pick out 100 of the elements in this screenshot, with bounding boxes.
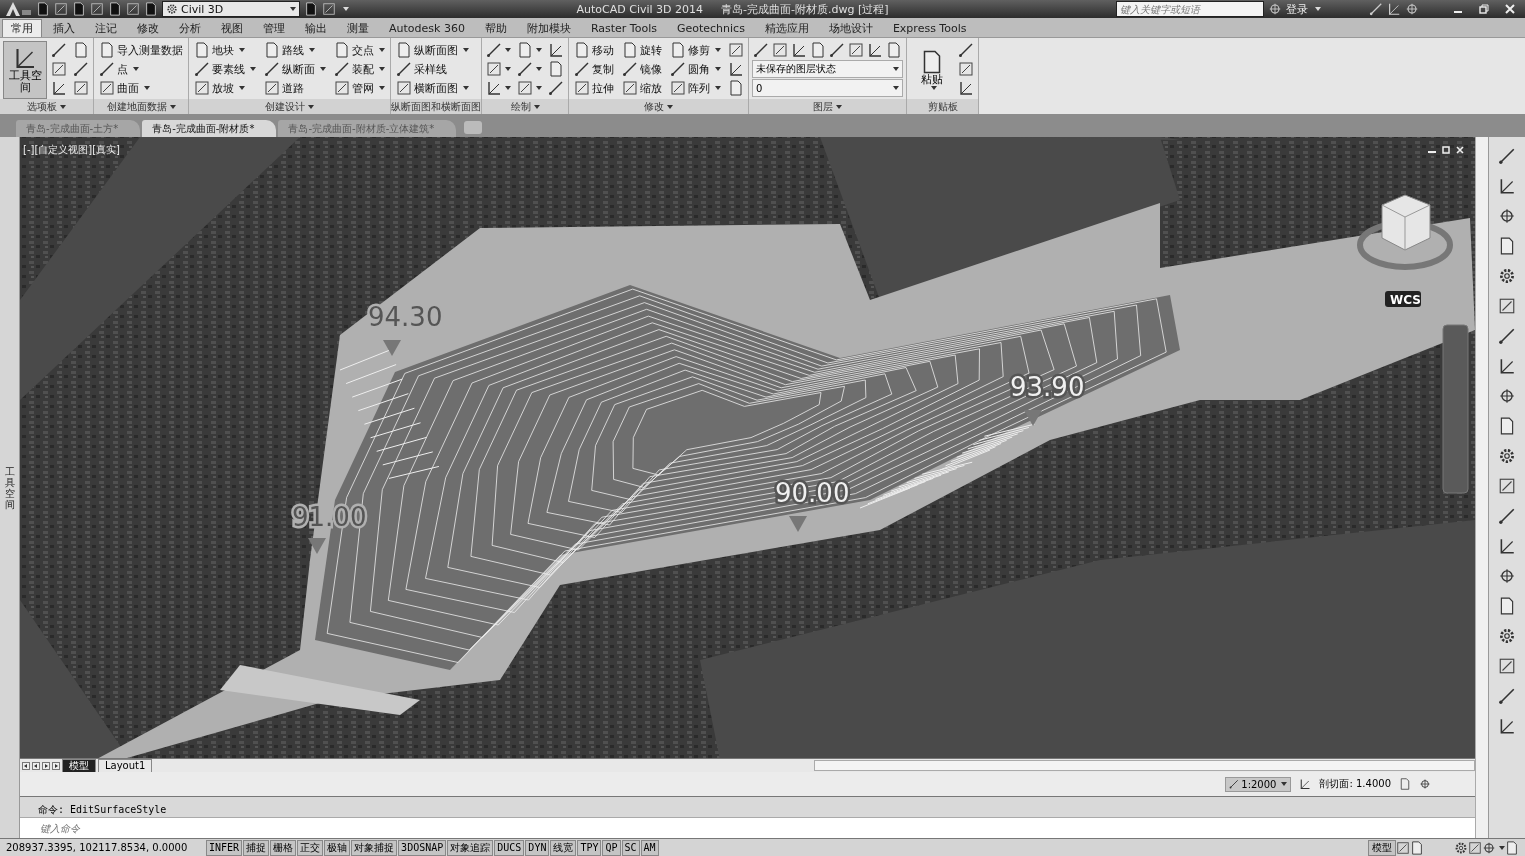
ribbon-button[interactable]: 导入测量数据 [97,41,185,59]
layout-tab[interactable]: 模型 [62,758,96,773]
status-toggle[interactable]: INFER [206,839,243,856]
icon-button[interactable] [771,41,789,59]
status-toggle[interactable]: DYN [525,839,550,856]
ribbon-button[interactable]: 拉伸 [572,79,616,97]
status-toggle[interactable]: TPY [577,839,602,856]
viewcube-drawing[interactable] [1357,194,1453,270]
caret-icon[interactable] [309,48,315,52]
ribbon-button[interactable]: 要素线 [192,60,258,78]
caret-icon[interactable] [308,104,314,109]
icon-button[interactable] [50,60,68,78]
ribbon-tab[interactable]: 分析 [170,19,210,37]
status-toggle[interactable]: 捕捉 [243,839,270,856]
ribbon-tab[interactable]: Raster Tools [581,19,666,37]
restore-icon[interactable] [1479,4,1489,14]
caret-icon[interactable] [250,67,256,71]
icon-button[interactable] [72,79,90,97]
icon-button[interactable] [50,79,68,97]
icon-button[interactable] [828,41,846,59]
status-toggle[interactable]: QP [602,839,621,856]
palette-title[interactable]: 工具空间 [4,465,15,510]
ribbon-large-button[interactable]: 粘贴 [910,41,954,99]
status-toggle[interactable]: 正交 [297,839,324,856]
ribbon-button[interactable]: 横断面图 [394,79,471,97]
caret-icon[interactable] [505,67,511,71]
ribbon-tab[interactable]: 精选应用 [755,19,818,37]
caret-icon[interactable] [715,86,721,90]
panel-title[interactable]: 选项板 [0,99,93,114]
ribbon-button[interactable]: 修剪 [668,41,723,59]
status-toggle[interactable]: DUCS [494,839,525,856]
ribbon-button[interactable]: 复制 [572,60,616,78]
ribbon-button[interactable]: 点 [97,60,185,78]
icon-button[interactable] [847,41,865,59]
caret-icon[interactable] [169,104,176,109]
ribbon-button[interactable]: 阵列 [668,79,723,97]
caret-icon[interactable] [239,48,245,52]
icon-button[interactable] [957,79,975,97]
ribbon-tab[interactable]: Autodesk 360 [380,19,474,37]
icon-button[interactable] [752,41,770,59]
icon-button[interactable] [485,60,512,78]
caret-icon[interactable] [930,86,937,90]
icon-button[interactable] [72,60,90,78]
panel-title[interactable]: 创建设计 [189,99,390,114]
document-tab[interactable]: 青岛-完成曲面-附材质* [142,120,277,137]
ribbon-tab[interactable]: 修改 [128,19,168,37]
gear-icon[interactable] [1497,267,1516,285]
panel-title[interactable]: 纵断面图和横断面图 [391,99,481,114]
status-toggle[interactable]: 对象捕捉 [351,839,398,856]
icon-button[interactable] [516,41,543,59]
close-icon[interactable] [1455,145,1465,155]
caret-icon[interactable] [536,67,542,71]
diagonal-line-icon[interactable] [1497,687,1516,705]
workspace-dropdown[interactable]: Civil 3D [162,1,300,17]
panel-title[interactable]: 修改 [569,99,748,114]
ribbon-button[interactable]: 道路 [262,79,328,97]
ribbon-button[interactable]: 曲面 [97,79,185,97]
status-toggle[interactable]: 3DOSNAP [398,839,447,856]
ribbon-tab[interactable]: 常用 [2,19,42,37]
caret-icon[interactable] [533,104,540,109]
tab-scroll-icon[interactable] [52,761,60,770]
status-toggle[interactable]: AM [640,839,659,856]
caret-icon[interactable] [667,104,673,109]
app-logo-icon[interactable] [4,1,32,17]
ribbon-tab[interactable]: Express Tools [883,19,976,37]
caret-icon[interactable] [505,86,511,90]
target-icon[interactable] [1497,567,1516,585]
caret-icon[interactable] [505,48,511,52]
icon-button[interactable] [485,79,512,97]
gear-icon[interactable] [1497,627,1516,645]
icon-button[interactable] [485,41,512,59]
ribbon-button[interactable]: 圆角 [668,60,723,78]
ribbon-tab[interactable]: 附加模块 [517,19,580,37]
ribbon-tab[interactable]: 输出 [296,19,336,37]
icon-button[interactable] [516,60,543,78]
icon-button[interactable] [866,41,884,59]
ribbon-button[interactable]: 纵断面图 [394,41,471,59]
ribbon-tab[interactable]: 场地设计 [819,19,882,37]
vertical-scrollbar[interactable] [1475,137,1488,838]
caret-icon[interactable] [536,86,542,90]
tab-scroll-icon[interactable] [42,761,50,770]
viewport-label[interactable]: [-][自定义视图][真实] [23,143,121,157]
ribbon-button[interactable]: 纵断面 [262,60,328,78]
ribbon-tab[interactable]: Geotechnics [667,19,754,37]
ribbon-tab[interactable]: 帮助 [475,19,516,37]
ribbon-button[interactable]: 缩放 [620,79,664,97]
caret-icon[interactable] [379,86,385,90]
caret-icon[interactable] [379,67,385,71]
ribbon-tab[interactable]: 注记 [86,19,126,37]
caret-icon[interactable] [836,104,842,109]
target-icon[interactable] [1497,207,1516,225]
ribbon-button[interactable]: 放坡 [192,79,258,97]
status-toggle[interactable]: SC [621,839,640,856]
caret-icon[interactable] [379,48,385,52]
caret-icon[interactable] [893,86,899,90]
tab-scroll-icon[interactable] [32,761,40,770]
icon-button[interactable] [727,60,745,78]
ribbon-button[interactable]: 移动 [572,41,616,59]
close-icon[interactable] [1505,4,1515,14]
ribbon-tab[interactable]: 视图 [212,19,252,37]
